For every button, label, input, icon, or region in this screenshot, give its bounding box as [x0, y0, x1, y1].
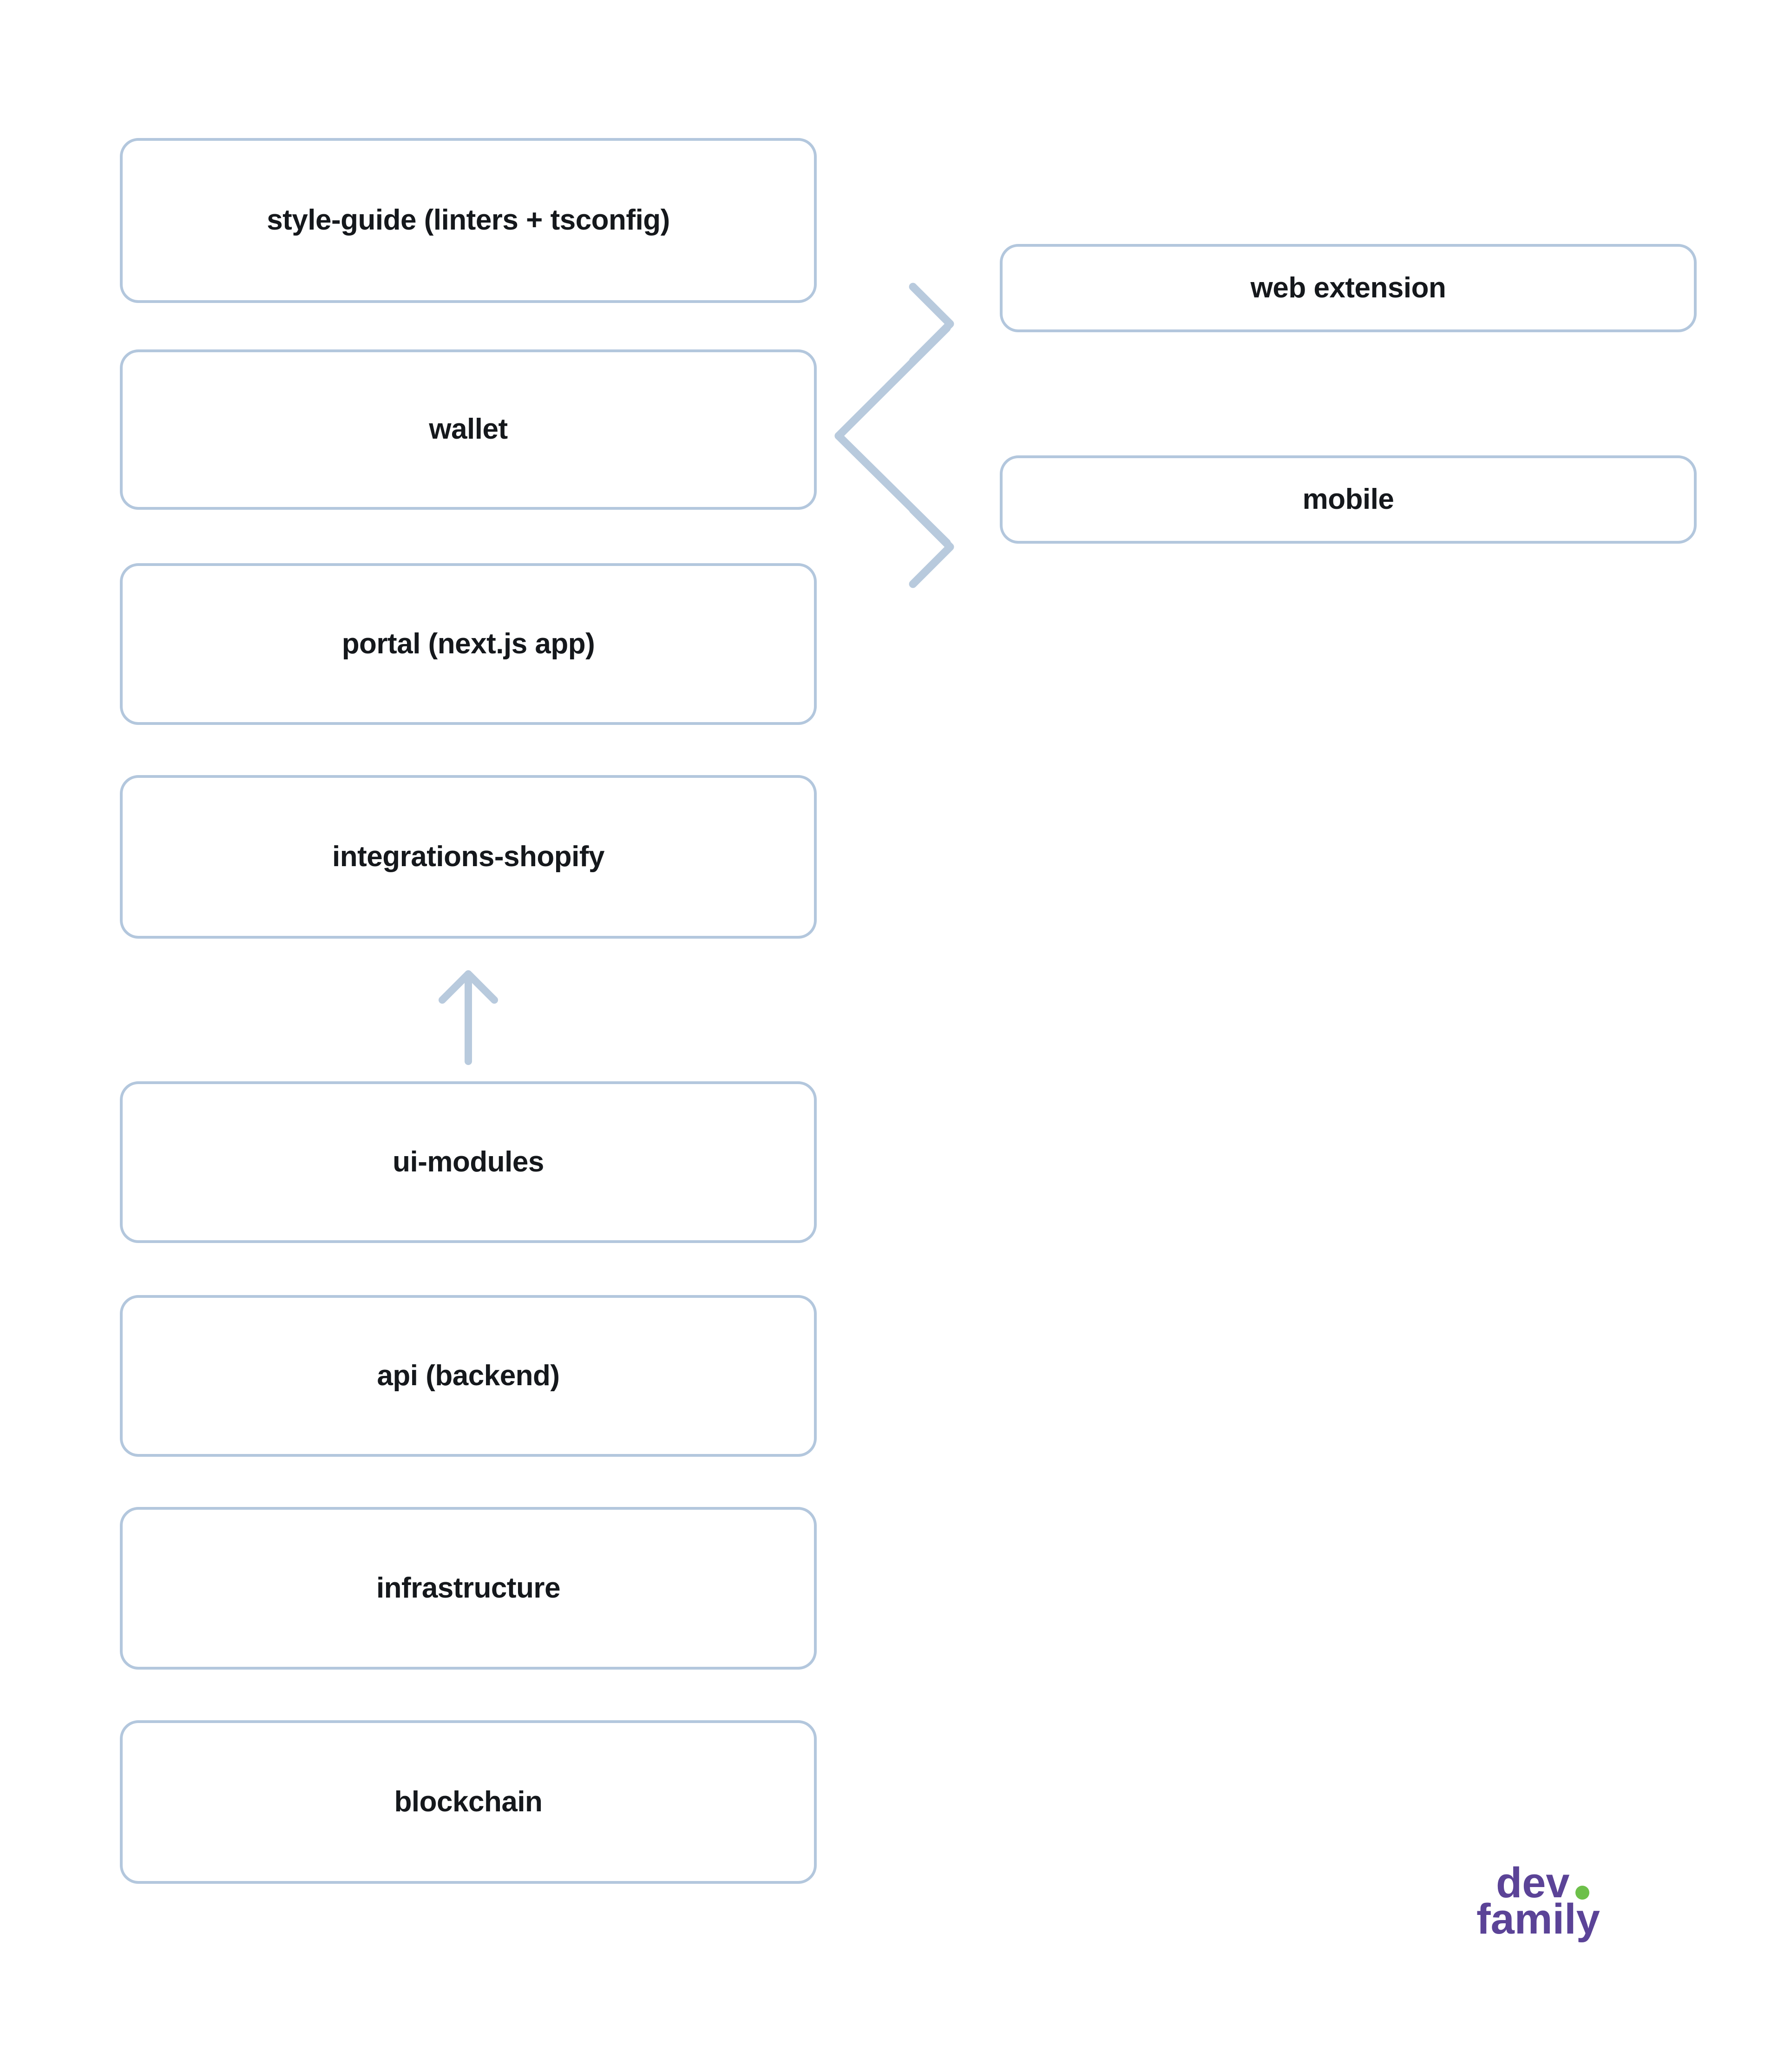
- connector-wallet-to-web-extension: [834, 283, 954, 440]
- node-label: style-guide (linters + tsconfig): [267, 204, 670, 237]
- connector-wallet-to-mobile: [834, 432, 954, 588]
- diagram-canvas: style-guide (linters + tsconfig) wallet …: [0, 0, 1784, 2072]
- node-label: web extension: [1250, 271, 1446, 304]
- arrowhead-down-right-icon: [909, 506, 954, 588]
- node-portal[interactable]: portal (next.js app): [120, 563, 817, 725]
- node-label: blockchain: [394, 1785, 543, 1818]
- node-style-guide[interactable]: style-guide (linters + tsconfig): [120, 138, 817, 303]
- node-label: ui-modules: [393, 1145, 544, 1178]
- node-mobile[interactable]: mobile: [1000, 455, 1697, 544]
- node-label: infrastructure: [376, 1572, 561, 1604]
- node-web-extension[interactable]: web extension: [1000, 244, 1697, 332]
- node-wallet[interactable]: wallet: [120, 349, 817, 510]
- arrowhead-up-icon: [439, 970, 498, 1004]
- node-label: portal (next.js app): [341, 627, 595, 660]
- node-blockchain[interactable]: blockchain: [120, 1720, 817, 1884]
- node-label: integrations-shopify: [332, 840, 604, 873]
- node-ui-modules[interactable]: ui-modules: [120, 1081, 817, 1243]
- connector-ui-modules-to-shopify: [439, 970, 498, 1065]
- node-label: mobile: [1302, 483, 1394, 515]
- arrowhead-up-right-icon: [909, 283, 954, 365]
- node-integrations-shopify[interactable]: integrations-shopify: [120, 775, 817, 939]
- node-label: api (backend): [377, 1359, 560, 1392]
- devfamily-logo: dev family: [1476, 1859, 1600, 1943]
- node-api[interactable]: api (backend): [120, 1295, 817, 1457]
- node-infrastructure[interactable]: infrastructure: [120, 1507, 817, 1670]
- node-label: wallet: [429, 413, 508, 446]
- logo-line-family: family: [1476, 1895, 1600, 1943]
